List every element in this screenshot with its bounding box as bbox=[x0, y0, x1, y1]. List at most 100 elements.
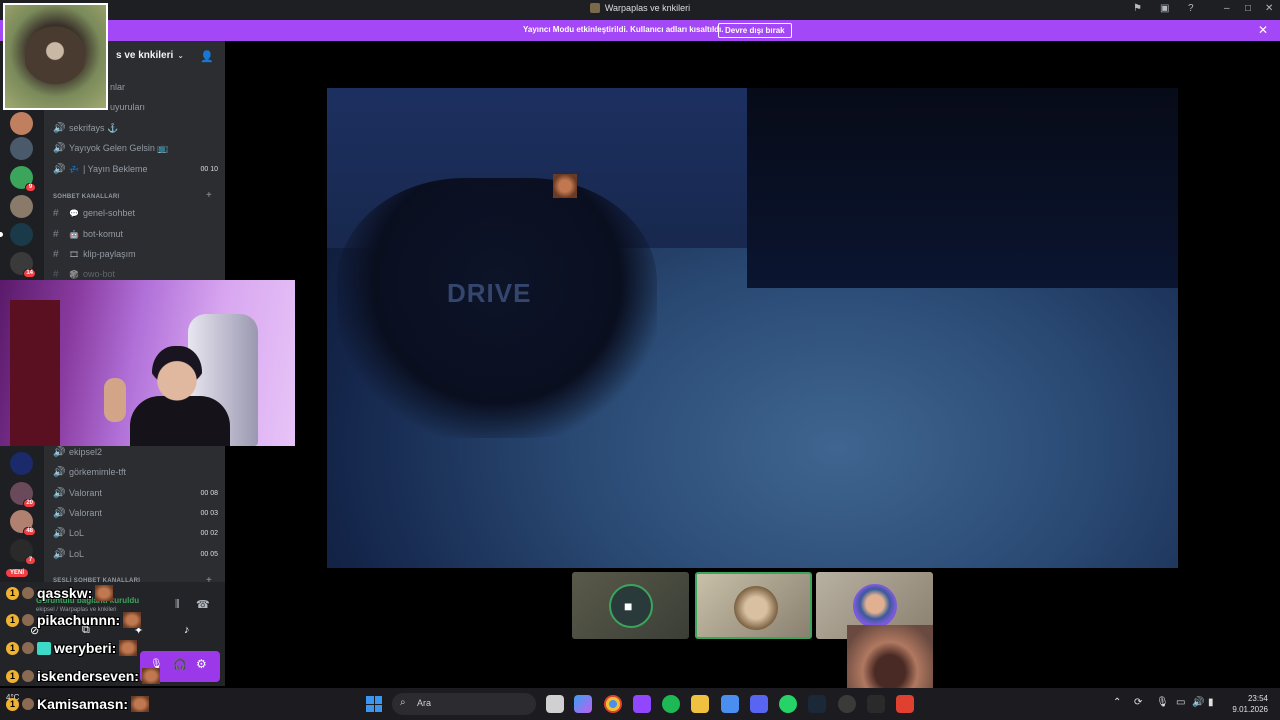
disconnect-icon[interactable]: ☎ bbox=[196, 598, 210, 611]
cube-badge-icon bbox=[37, 641, 51, 655]
clock-date: 9.01.2026 bbox=[1232, 705, 1268, 714]
battery-icon[interactable]: ▮ bbox=[1208, 697, 1214, 708]
add-channel-icon[interactable]: + bbox=[206, 190, 212, 201]
server-icon[interactable]: 7 bbox=[10, 539, 36, 565]
brave-icon[interactable] bbox=[896, 695, 914, 713]
server-icon[interactable]: 20 bbox=[10, 482, 36, 508]
copilot-icon[interactable] bbox=[574, 695, 592, 713]
soundboard-icon[interactable]: ♪ bbox=[184, 624, 190, 636]
server-icon[interactable] bbox=[10, 137, 33, 160]
user-count: 00 08 bbox=[200, 489, 218, 497]
whatsapp-icon[interactable] bbox=[779, 695, 797, 713]
server-icon[interactable] bbox=[10, 452, 33, 475]
server-icon[interactable] bbox=[10, 195, 33, 218]
channel-emoji: 💬 bbox=[69, 208, 79, 218]
volume-icon[interactable]: 🔊 bbox=[1192, 697, 1204, 708]
banner-close-icon[interactable]: ✕ bbox=[1258, 23, 1268, 37]
channel-emoji: 🎞 bbox=[69, 249, 80, 259]
inbox-flag-icon[interactable]: ⚑ bbox=[1133, 3, 1142, 14]
camera-icon: ■ bbox=[624, 598, 633, 614]
spotify-icon[interactable] bbox=[662, 695, 680, 713]
task-view-icon[interactable] bbox=[546, 695, 564, 713]
chrome-icon[interactable] bbox=[604, 695, 622, 713]
screen-share-icon[interactable]: ▣ bbox=[1160, 3, 1169, 14]
category-chat[interactable]: SOHBET KANALLARI bbox=[53, 194, 119, 200]
close-window-icon[interactable]: ✕ bbox=[1265, 3, 1273, 14]
chat-username: weryberi: bbox=[54, 640, 117, 656]
disable-streamer-mode-button[interactable]: Devre dışı bırak bbox=[718, 23, 792, 38]
speaker-icon: 🔊 bbox=[53, 487, 66, 499]
channel-label: LoL bbox=[69, 549, 85, 559]
obs-icon[interactable] bbox=[838, 695, 856, 713]
text-channel-item[interactable]: # 💬 genel-sohbet bbox=[53, 204, 135, 222]
user-badge-icon bbox=[22, 587, 34, 599]
terminal-icon[interactable] bbox=[867, 695, 885, 713]
maximize-icon[interactable]: □ bbox=[1245, 3, 1251, 14]
chat-message: 1 Kamisamasn: bbox=[6, 696, 150, 712]
voice-channel-item[interactable]: 🔊 LoL 00 05 bbox=[53, 545, 218, 563]
emote-icon bbox=[123, 612, 142, 628]
twitch-icon[interactable] bbox=[633, 695, 651, 713]
channel-label: Valorant bbox=[69, 508, 102, 518]
server-icon[interactable]: 14 bbox=[10, 252, 36, 278]
add-member-icon[interactable]: 👤 bbox=[200, 50, 214, 63]
wardrobe bbox=[10, 300, 60, 446]
server-icon[interactable] bbox=[10, 112, 33, 135]
headphones-icon[interactable]: 🎧 bbox=[173, 658, 187, 671]
chat-username: iskenderseven: bbox=[37, 668, 139, 684]
channel-label: | Yayın Bekleme bbox=[82, 164, 148, 174]
steam-icon[interactable] bbox=[808, 695, 826, 713]
text-channel-item[interactable]: # 🎞 klip-paylaşım bbox=[53, 245, 136, 263]
emote-icon bbox=[141, 668, 160, 684]
channel-item[interactable]: uyuruları bbox=[110, 98, 145, 116]
text-channel-item[interactable]: # 🤖 bot-komut bbox=[53, 225, 123, 243]
user-badge-icon bbox=[22, 698, 34, 710]
windows-start-icon[interactable] bbox=[366, 696, 382, 712]
speaker-icon: 🔊 bbox=[53, 527, 66, 539]
chat-username: qasskw: bbox=[37, 585, 93, 601]
hash-icon: # bbox=[53, 248, 59, 260]
user-badge-icon bbox=[22, 670, 34, 682]
voice-channel-item[interactable]: 🔊 💤 | Yayın Bekleme 00 10 bbox=[53, 160, 218, 178]
channel-item[interactable]: nlar bbox=[110, 78, 125, 96]
main-video-stream[interactable]: DRIVE bbox=[327, 88, 1178, 568]
participant-tile[interactable] bbox=[695, 572, 812, 639]
voice-channel-item[interactable]: 🔊 sekrifays ⚓ bbox=[53, 119, 118, 137]
channel-label: nlar bbox=[110, 82, 126, 92]
search-input[interactable]: ⌕ Ara bbox=[392, 693, 536, 715]
server-icon[interactable]: 48 bbox=[10, 510, 36, 536]
voice-channel-item[interactable]: 🔊 Valorant 00 08 bbox=[53, 484, 218, 502]
server-icon[interactable] bbox=[10, 223, 33, 246]
discord-icon[interactable] bbox=[750, 695, 768, 713]
voice-channel-item[interactable]: 🔊 Yayıyok Gelen Gelsin 📺 bbox=[53, 139, 169, 157]
network-icon[interactable]: ▭ bbox=[1176, 697, 1185, 708]
file-explorer-icon[interactable] bbox=[691, 695, 709, 713]
sub-badge-icon: 1 bbox=[6, 697, 19, 711]
channel-label: owo-bot bbox=[82, 269, 115, 279]
participant-tile[interactable]: ■ bbox=[572, 572, 689, 639]
taskbar: 4°C ⌕ Ara ⌃ ⟳ 🎙 ▭ 🔊 ▮ 23:54 9.01.2026 bbox=[0, 688, 1280, 720]
avatar bbox=[853, 584, 897, 628]
voice-channel-item[interactable]: 🔊 LoL 00 02 bbox=[53, 524, 218, 542]
channel-label: görkemimle-tft bbox=[69, 467, 127, 477]
server-icon[interactable]: 9 bbox=[10, 166, 36, 192]
help-icon[interactable]: ? bbox=[1188, 3, 1194, 14]
voice-channel-item[interactable]: 🔊 görkemimle-tft bbox=[53, 463, 126, 481]
app-icon[interactable] bbox=[721, 695, 739, 713]
streamer-head bbox=[152, 346, 202, 404]
channel-label: Valorant bbox=[69, 488, 102, 498]
sync-icon[interactable]: ⟳ bbox=[1134, 697, 1142, 708]
mic-tray-icon[interactable]: 🎙 bbox=[1156, 697, 1169, 708]
speaker-icon: 🔊 bbox=[53, 548, 66, 560]
hash-icon: # bbox=[53, 207, 59, 219]
chat-username: Kamisamasn: bbox=[37, 696, 129, 712]
minimize-icon[interactable]: – bbox=[1224, 3, 1230, 14]
streamer-mode-banner: Yayıncı Modu etkinleştirildi. Kullanıcı … bbox=[0, 20, 1280, 41]
clock[interactable]: 23:54 9.01.2026 bbox=[1232, 693, 1268, 715]
noise-suppression-icon[interactable]: ⫼ bbox=[175, 599, 180, 610]
settings-gear-icon[interactable]: ⚙ bbox=[196, 657, 207, 671]
server-header[interactable]: s ve knkileri ⌄ bbox=[116, 50, 184, 61]
voice-channel-item[interactable]: 🔊 Valorant 00 03 bbox=[53, 504, 218, 522]
tray-chevron-icon[interactable]: ⌃ bbox=[1113, 697, 1121, 708]
streamer bbox=[120, 340, 230, 446]
